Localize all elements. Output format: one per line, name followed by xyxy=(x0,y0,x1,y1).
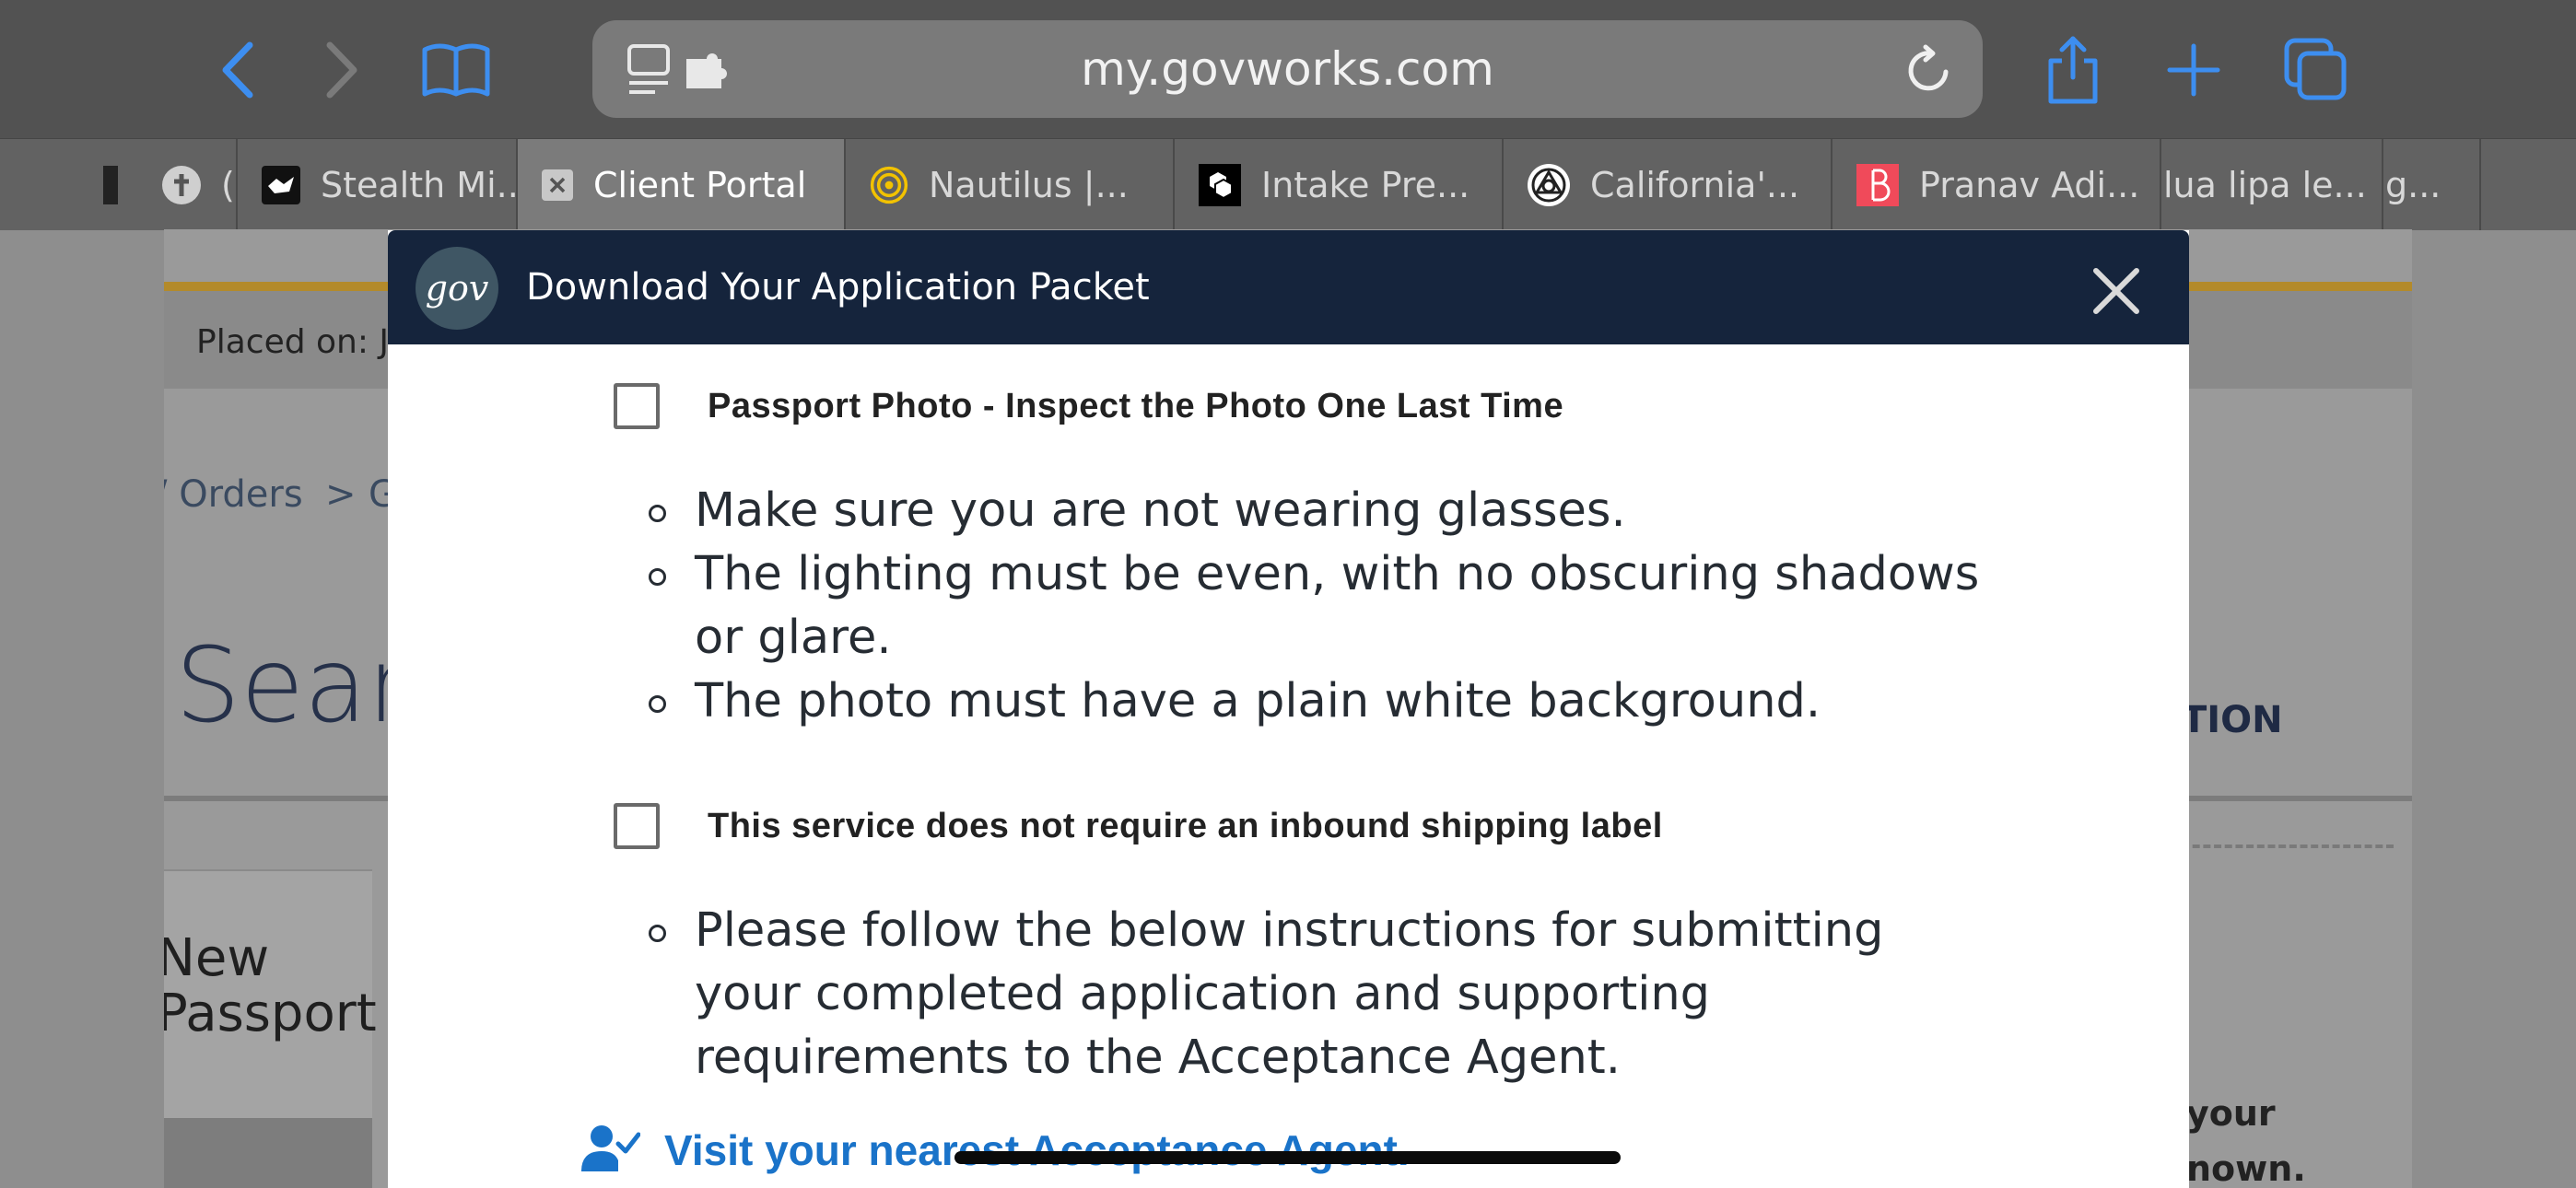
tab-label: Nautilus |... xyxy=(929,164,1129,205)
new-tab-icon[interactable] xyxy=(2160,37,2227,103)
photo-check-label: Passport Photo - Inspect the Photo One L… xyxy=(708,386,1564,425)
url-text[interactable]: my.govworks.com xyxy=(592,20,1983,118)
bullet-icon xyxy=(649,505,666,522)
visit-acceptance-agent-link[interactable]: Visit your nearest Acceptance Agent. xyxy=(581,1124,1410,1177)
bookmarks-icon[interactable] xyxy=(419,37,493,103)
modal-title: Download Your Application Packet xyxy=(526,266,1150,309)
photo-checkbox[interactable] xyxy=(614,383,660,429)
visit-link-text[interactable]: Visit your nearest Acceptance Agent. xyxy=(664,1125,1410,1175)
cross-icon xyxy=(162,165,201,204)
circle-logo-icon xyxy=(1528,163,1570,206)
shipping-checkbox[interactable] xyxy=(614,803,660,849)
photo-check-row[interactable]: Passport Photo - Inspect the Photo One L… xyxy=(614,383,1563,429)
tab-label: lua lipa le... xyxy=(2163,164,2367,205)
tab-stealth[interactable]: Stealth Mi... xyxy=(238,139,518,230)
browser-toolbar: my.govworks.com xyxy=(0,0,2576,138)
list-item: Make sure you are not wearing glasses. xyxy=(649,479,2003,542)
tab-pinned-m[interactable] xyxy=(0,139,120,230)
modal-header: gov Download Your Application Packet xyxy=(388,230,2189,344)
tab-bar: ( Stealth Mi... Client Portal Nautilus |… xyxy=(0,138,2576,230)
spiral-icon xyxy=(870,166,908,204)
tab-client-portal[interactable]: Client Portal xyxy=(518,139,846,230)
stealth-icon xyxy=(262,165,300,204)
tab-intake[interactable]: Intake Pre... xyxy=(1175,139,1504,230)
tabs-overview-icon[interactable] xyxy=(2283,37,2349,103)
photo-instructions-list: Make sure you are not wearing glasses. T… xyxy=(649,479,2003,733)
card-footer xyxy=(164,1118,372,1188)
b-icon xyxy=(1856,163,1899,206)
bullet-icon xyxy=(649,568,666,586)
breadcrumb-separator: > xyxy=(325,473,357,516)
tab-label: g... xyxy=(2385,164,2441,205)
tab-pranav[interactable]: Pranav Adi... xyxy=(1832,139,2161,230)
service-card-label: New Passport xyxy=(164,928,377,1043)
section-heading: TION xyxy=(2182,699,2283,741)
close-tab-icon[interactable] xyxy=(542,169,573,201)
list-item: Please follow the below instructions for… xyxy=(649,899,2003,1089)
tab-label: Intake Pre... xyxy=(1261,164,1470,205)
tab-truncated[interactable]: g... xyxy=(2383,139,2481,230)
back-icon[interactable] xyxy=(205,37,271,103)
forward-icon[interactable] xyxy=(309,37,375,103)
govworks-logo: gov xyxy=(416,247,498,330)
user-check-icon xyxy=(581,1124,641,1177)
right-panel-text: your nown. xyxy=(2186,1093,2306,1188)
tab-label: Stealth Mi... xyxy=(321,164,518,205)
application-packet-modal: gov Download Your Application Packet Pas… xyxy=(388,230,2189,1188)
tab-dua-lipa[interactable]: lua lipa le... xyxy=(2161,139,2383,230)
tab-nautilus[interactable]: Nautilus |... xyxy=(846,139,1175,230)
tab-label: California'... xyxy=(1590,164,1800,205)
dashed-border xyxy=(2182,844,2394,848)
reload-icon[interactable] xyxy=(1903,44,1955,99)
home-indicator[interactable] xyxy=(954,1151,1621,1164)
bullet-icon xyxy=(649,925,666,942)
hexagon-icon xyxy=(1199,163,1241,206)
tab-cross[interactable]: ( xyxy=(120,139,238,230)
address-bar[interactable]: my.govworks.com xyxy=(592,20,1983,118)
m-icon xyxy=(103,165,118,204)
tab-label: Pranav Adi... xyxy=(1919,164,2140,205)
list-item: The lighting must be even, with no obscu… xyxy=(649,542,2003,670)
breadcrumb-orders[interactable]: / Orders xyxy=(164,473,303,516)
bullet-icon xyxy=(649,695,666,713)
share-icon[interactable] xyxy=(2040,36,2106,104)
tab-label: ( xyxy=(221,164,235,205)
tab-label: Client Portal xyxy=(593,164,807,205)
tab-california[interactable]: California'... xyxy=(1504,139,1832,230)
shipping-instructions-list: Please follow the below instructions for… xyxy=(649,899,2003,1089)
shipping-check-row[interactable]: This service does not require an inbound… xyxy=(614,803,1663,849)
list-item: The photo must have a plain white backgr… xyxy=(649,670,2003,733)
close-icon[interactable] xyxy=(2089,263,2144,319)
placed-on-text: Placed on: J xyxy=(196,323,390,361)
shipping-check-label: This service does not require an inbound… xyxy=(708,806,1663,845)
